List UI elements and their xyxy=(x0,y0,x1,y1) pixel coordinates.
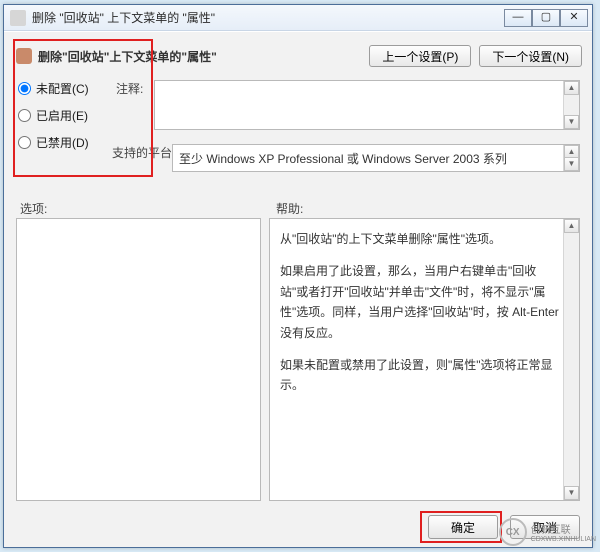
next-setting-button[interactable]: 下一个设置(N) xyxy=(479,45,582,67)
radio-disabled-input[interactable] xyxy=(18,136,31,149)
dialog-window: 删除 "回收站" 上下文菜单的 "属性" — ▢ ✕ 删除"回收站"上下文菜单的… xyxy=(3,4,593,548)
radio-enabled[interactable]: 已启用(E) xyxy=(16,107,111,124)
maximize-button[interactable]: ▢ xyxy=(532,9,560,27)
scroll-down-icon[interactable]: ▼ xyxy=(564,486,579,500)
help-label: 帮助: xyxy=(276,200,303,217)
policy-title: 删除"回收站"上下文菜单的"属性" xyxy=(38,48,361,65)
platform-text: 至少 Windows XP Professional 或 Windows Ser… xyxy=(179,152,507,166)
header-row: 删除"回收站"上下文菜单的"属性" 上一个设置(P) 下一个设置(N) xyxy=(16,42,582,70)
watermark-logo: CX xyxy=(499,518,527,546)
platform-label: 支持的平台: xyxy=(112,144,175,161)
help-scrollbar[interactable]: ▲ ▼ xyxy=(563,219,579,500)
platform-textbox: 至少 Windows XP Professional 或 Windows Ser… xyxy=(172,144,580,172)
comment-textbox[interactable]: ▲ ▼ xyxy=(154,80,580,130)
dialog-body: 删除"回收站"上下文菜单的"属性" 上一个设置(P) 下一个设置(N) 未配置(… xyxy=(4,31,592,547)
scroll-down-icon[interactable]: ▼ xyxy=(564,157,579,171)
help-paragraph: 如果启用了此设置，那么，当用户右键单击"回收站"或者打开"回收站"并单击"文件"… xyxy=(280,261,559,343)
radio-enabled-input[interactable] xyxy=(18,109,31,122)
app-icon xyxy=(10,10,26,26)
ok-button[interactable]: 确定 xyxy=(428,515,498,539)
platform-scrollbar[interactable]: ▲ ▼ xyxy=(563,145,579,171)
minimize-button[interactable]: — xyxy=(504,9,532,27)
radio-not-configured[interactable]: 未配置(C) xyxy=(16,80,111,97)
radio-not-configured-label: 未配置(C) xyxy=(36,80,89,97)
options-label: 选项: xyxy=(20,200,47,217)
title-text: 删除 "回收站" 上下文菜单的 "属性" xyxy=(32,9,504,26)
options-panel xyxy=(16,218,261,501)
window-controls: — ▢ ✕ xyxy=(504,9,588,27)
radio-disabled[interactable]: 已禁用(D) xyxy=(16,134,111,151)
radio-not-configured-input[interactable] xyxy=(18,82,31,95)
watermark: CX 创新互联 CDXWB.XINHULIAN xyxy=(499,518,596,546)
close-button[interactable]: ✕ xyxy=(560,9,588,27)
help-paragraph: 从"回收站"的上下文菜单删除"属性"选项。 xyxy=(280,229,559,249)
titlebar[interactable]: 删除 "回收站" 上下文菜单的 "属性" — ▢ ✕ xyxy=(4,5,592,31)
state-radio-group: 未配置(C) 已启用(E) 已禁用(D) xyxy=(16,80,111,161)
watermark-text: 创新互联 xyxy=(531,521,596,536)
watermark-subtext: CDXWB.XINHULIAN xyxy=(531,536,596,543)
prev-setting-button[interactable]: 上一个设置(P) xyxy=(369,45,471,67)
comment-scrollbar[interactable]: ▲ ▼ xyxy=(563,81,579,129)
comment-label: 注释: xyxy=(116,80,143,97)
scroll-up-icon[interactable]: ▲ xyxy=(564,81,579,95)
scroll-up-icon[interactable]: ▲ xyxy=(564,219,579,233)
radio-disabled-label: 已禁用(D) xyxy=(36,134,89,151)
policy-icon xyxy=(16,48,32,64)
scroll-down-icon[interactable]: ▼ xyxy=(564,115,579,129)
radio-enabled-label: 已启用(E) xyxy=(36,107,88,124)
help-panel: 从"回收站"的上下文菜单删除"属性"选项。 如果启用了此设置，那么，当用户右键单… xyxy=(269,218,580,501)
help-paragraph: 如果未配置或禁用了此设置，则"属性"选项将正常显示。 xyxy=(280,355,559,396)
